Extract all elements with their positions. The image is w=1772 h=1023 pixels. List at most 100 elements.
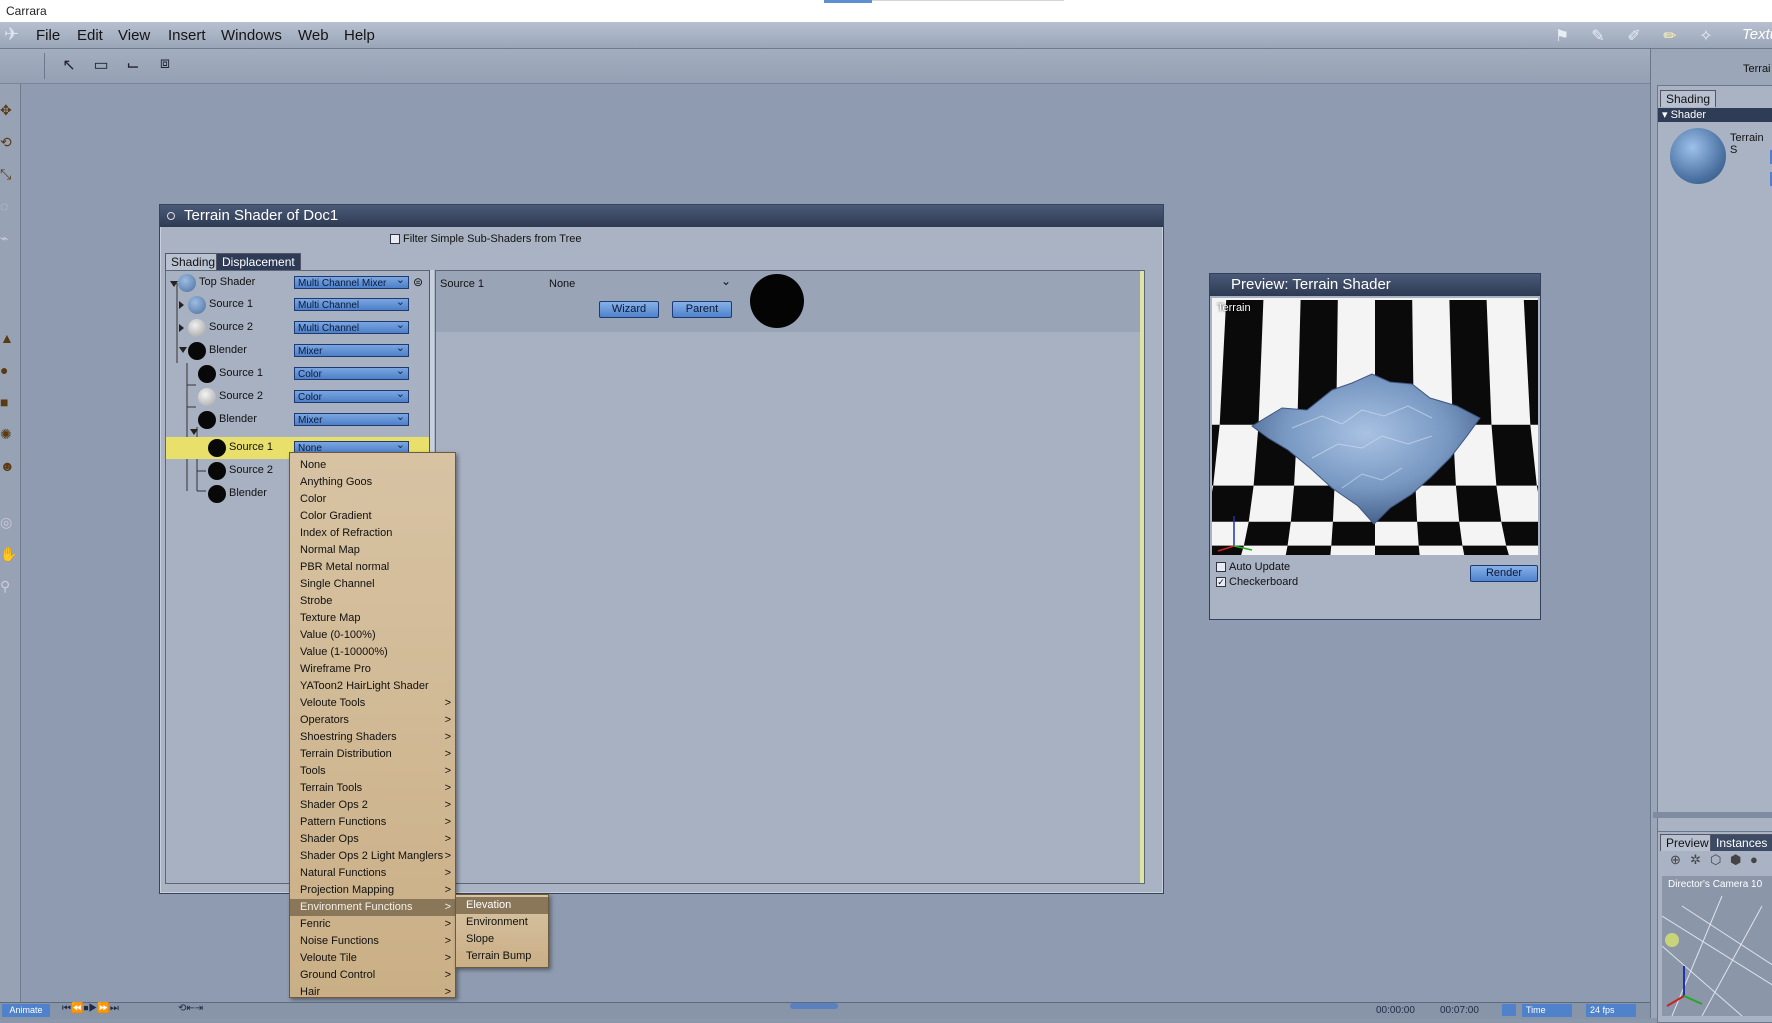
menu-option[interactable]: None	[290, 457, 455, 474]
menu-option[interactable]: Anything Goos	[290, 474, 455, 491]
move-tool-icon[interactable]: ✥	[0, 102, 18, 124]
figure-tool-icon[interactable]: ☻	[0, 458, 18, 480]
menu-option[interactable]: Hair >	[290, 984, 455, 1001]
shader-section-header[interactable]: ▾ Shader	[1658, 108, 1772, 122]
fps-dropdown[interactable]: 24 fps	[1586, 1004, 1636, 1017]
menu-option[interactable]: Operators >	[290, 712, 455, 729]
source2-type-dropdown[interactable]: Multi Channel	[294, 319, 409, 334]
submenu-option[interactable]: Environment	[456, 914, 548, 931]
menu-help[interactable]: Help	[344, 27, 375, 44]
tree-node-blender-source-1[interactable]: Source 1 Color	[166, 364, 428, 384]
scale-tool-icon[interactable]: ⤡	[0, 166, 18, 188]
menu-view[interactable]: View	[118, 27, 150, 44]
blender-type-dropdown[interactable]: Mixer	[294, 342, 409, 357]
lasso-tool-icon[interactable]: ◌	[0, 198, 18, 220]
wizard-button[interactable]: Wizard	[599, 301, 659, 318]
shader-browser-icon[interactable]: ⊜	[413, 275, 423, 289]
menu-option[interactable]: Color	[290, 491, 455, 508]
room-texture-icon[interactable]: ✏	[1659, 26, 1681, 45]
window-close-icon[interactable]	[167, 212, 175, 220]
auto-update-row[interactable]: Auto Update	[1216, 561, 1290, 573]
sphere-view-icon[interactable]: ●	[1750, 852, 1758, 867]
menu-edit[interactable]: Edit	[77, 27, 103, 44]
blender-source1-dropdown[interactable]: Color	[294, 365, 409, 380]
parent-button[interactable]: Parent	[672, 301, 732, 318]
menu-option[interactable]: Value (1-10000%)	[290, 644, 455, 661]
animate-button[interactable]: Animate	[2, 1004, 50, 1017]
menu-option[interactable]: Shader Ops 2 Light Manglers >	[290, 848, 455, 865]
transport-controls-icon[interactable]: ⏮⏪⏹▶⏩⏭	[62, 1003, 119, 1014]
checkerboard-row[interactable]: ✓ Checkerboard	[1216, 576, 1298, 588]
submenu-option[interactable]: Elevation	[456, 897, 548, 914]
menu-option[interactable]: Tools >	[290, 763, 455, 780]
detail-type-chevron-icon[interactable]: ⌄	[721, 274, 731, 288]
menu-option[interactable]: Terrain Tools >	[290, 780, 455, 797]
menu-option[interactable]: Terrain Distribution >	[290, 746, 455, 763]
detail-type-select[interactable]: None	[549, 278, 575, 290]
select-arrow-icon[interactable]: ↖	[58, 55, 80, 77]
hand-icon[interactable]: ✋	[0, 546, 18, 568]
menu-option[interactable]: Index of Refraction	[290, 525, 455, 542]
menu-option[interactable]: Natural Functions >	[290, 865, 455, 882]
render-button[interactable]: Render	[1470, 565, 1538, 582]
menu-windows[interactable]: Windows	[221, 27, 282, 44]
auto-update-checkbox[interactable]	[1216, 562, 1226, 573]
menu-option[interactable]: PBR Metal normal	[290, 559, 455, 576]
menu-option[interactable]: Veloute Tile >	[290, 950, 455, 967]
orbit-icon[interactable]: ⊕	[1670, 852, 1681, 868]
tree-node-blender[interactable]: Blender Mixer	[166, 341, 428, 361]
menu-option[interactable]: Color Gradient	[290, 508, 455, 525]
menu-option[interactable]: Noise Functions >	[290, 933, 455, 950]
tree-node-top-shader[interactable]: Top Shader Multi Channel Mixer ⊜	[166, 273, 428, 293]
menu-file[interactable]: File	[36, 27, 60, 44]
preview-titlebar[interactable]: Preview: Terrain Shader	[1210, 274, 1540, 296]
menu-option[interactable]: Shader Ops 2 >	[290, 797, 455, 814]
bounding-box-icon[interactable]: ▭	[90, 55, 112, 77]
rotate-tool-icon[interactable]: ⟲	[0, 134, 18, 156]
tab-shading-right[interactable]: Shading	[1660, 90, 1717, 107]
filter-checkbox[interactable]	[390, 234, 400, 245]
tab-displacement[interactable]: Displacement	[216, 253, 301, 270]
detail-scrollbar[interactable]	[1140, 271, 1144, 883]
menu-option[interactable]: Single Channel	[290, 576, 455, 593]
blender-source2-dropdown[interactable]: Color	[294, 388, 409, 403]
menu-option[interactable]: Environment Functions >	[290, 899, 455, 916]
shader-window-titlebar[interactable]: Terrain Shader of Doc1	[160, 205, 1163, 227]
menu-option[interactable]: Shoestring Shaders >	[290, 729, 455, 746]
terrain-preview-render[interactable]: Terrain	[1212, 298, 1538, 555]
menu-option[interactable]: Fenric >	[290, 916, 455, 933]
tree-node-blender-source-2[interactable]: Source 2 Color	[166, 387, 428, 407]
menu-option[interactable]: YAToon2 HairLight Shader	[290, 678, 455, 695]
rotate-corner-icon[interactable]: ⌙	[122, 55, 144, 77]
room-render-icon[interactable]: ✧	[1695, 26, 1717, 45]
menu-option[interactable]: Pattern Functions >	[290, 814, 455, 831]
checkerboard-checkbox[interactable]: ✓	[1216, 577, 1226, 588]
carrara-logo-icon[interactable]: ✈	[4, 24, 19, 45]
sphere-tool-icon[interactable]: ●	[0, 362, 18, 384]
menu-option[interactable]: Wireframe Pro	[290, 661, 455, 678]
loop-controls-icon[interactable]: ⟲⇤⇥	[178, 1003, 203, 1014]
timeline-handle[interactable]	[790, 1003, 838, 1009]
filter-checkbox-row[interactable]: Filter Simple Sub-Shaders from Tree	[390, 233, 582, 245]
cone-tool-icon[interactable]: ▲	[0, 330, 18, 352]
menu-web[interactable]: Web	[298, 27, 329, 44]
menu-option[interactable]: Normal Map	[290, 542, 455, 559]
tree-node-source-1[interactable]: Source 1 Multi Channel	[166, 295, 428, 315]
menu-insert[interactable]: Insert	[168, 27, 206, 44]
menu-option[interactable]: Strobe	[290, 593, 455, 610]
dolly-icon[interactable]: ✲	[1690, 852, 1701, 868]
inner-blender-dropdown[interactable]: Mixer	[294, 411, 409, 426]
solid-cube-icon[interactable]: ⬢	[1730, 852, 1741, 868]
tab-shading[interactable]: Shading	[165, 253, 222, 270]
menu-option[interactable]: Projection Mapping >	[290, 882, 455, 899]
room-storyboard-icon[interactable]: ✐	[1623, 26, 1645, 45]
time-unit-dropdown[interactable]: Time	[1522, 1004, 1572, 1017]
link-tool-icon[interactable]: ⌁	[0, 230, 18, 252]
cube-tool-icon[interactable]: ■	[0, 394, 18, 416]
light-tool-icon[interactable]: ✺	[0, 426, 18, 448]
tab-preview-right[interactable]: Preview	[1660, 834, 1715, 851]
room-model-icon[interactable]: ✎	[1587, 26, 1609, 45]
tab-instances[interactable]: Instances	[1710, 834, 1772, 851]
current-time[interactable]: 00:00:00	[1376, 1005, 1415, 1016]
scale-box-icon[interactable]: ⧈	[154, 55, 176, 77]
